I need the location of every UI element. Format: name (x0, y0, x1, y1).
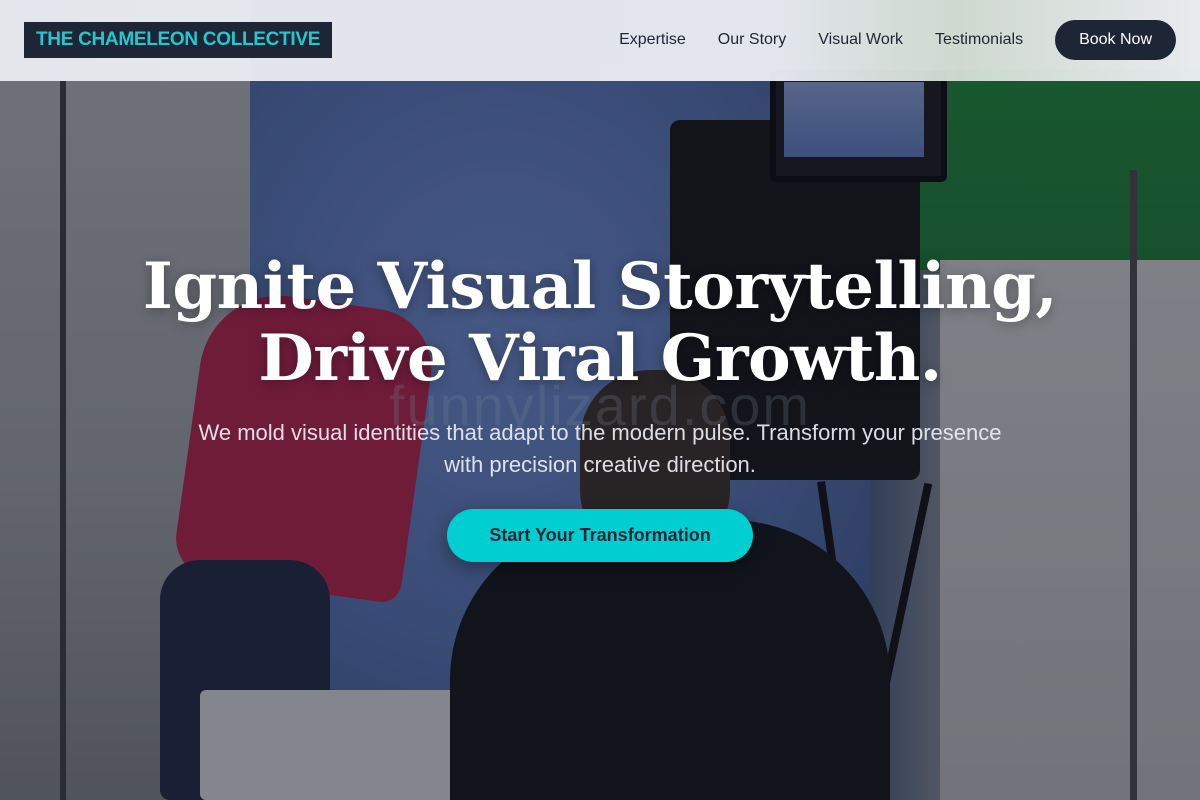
start-transformation-button[interactable]: Start Your Transformation (447, 509, 753, 562)
landing-page: THE CHAMELEON COLLECTIVE Expertise Our S… (0, 0, 1200, 800)
site-header: THE CHAMELEON COLLECTIVE Expertise Our S… (0, 0, 1200, 81)
brand-logo[interactable]: THE CHAMELEON COLLECTIVE (24, 22, 333, 58)
hero-title: Ignite Visual Storytelling, Drive Viral … (100, 251, 1100, 395)
hero-subtitle: We mold visual identities that adapt to … (198, 420, 1002, 477)
book-now-button[interactable]: Book Now (1055, 20, 1176, 60)
nav-link-expertise[interactable]: Expertise (619, 31, 686, 49)
main-nav: Expertise Our Story Visual Work Testimon… (619, 20, 1176, 60)
nav-link-testimonials[interactable]: Testimonials (935, 31, 1023, 49)
hero-section: Ignite Visual Storytelling, Drive Viral … (0, 81, 1200, 800)
nav-link-visual-work[interactable]: Visual Work (818, 31, 903, 49)
hero-title-line-2: Drive Viral Growth. (258, 321, 942, 396)
hero-title-line-1: Ignite Visual Storytelling, (142, 249, 1058, 324)
nav-link-our-story[interactable]: Our Story (718, 31, 786, 49)
